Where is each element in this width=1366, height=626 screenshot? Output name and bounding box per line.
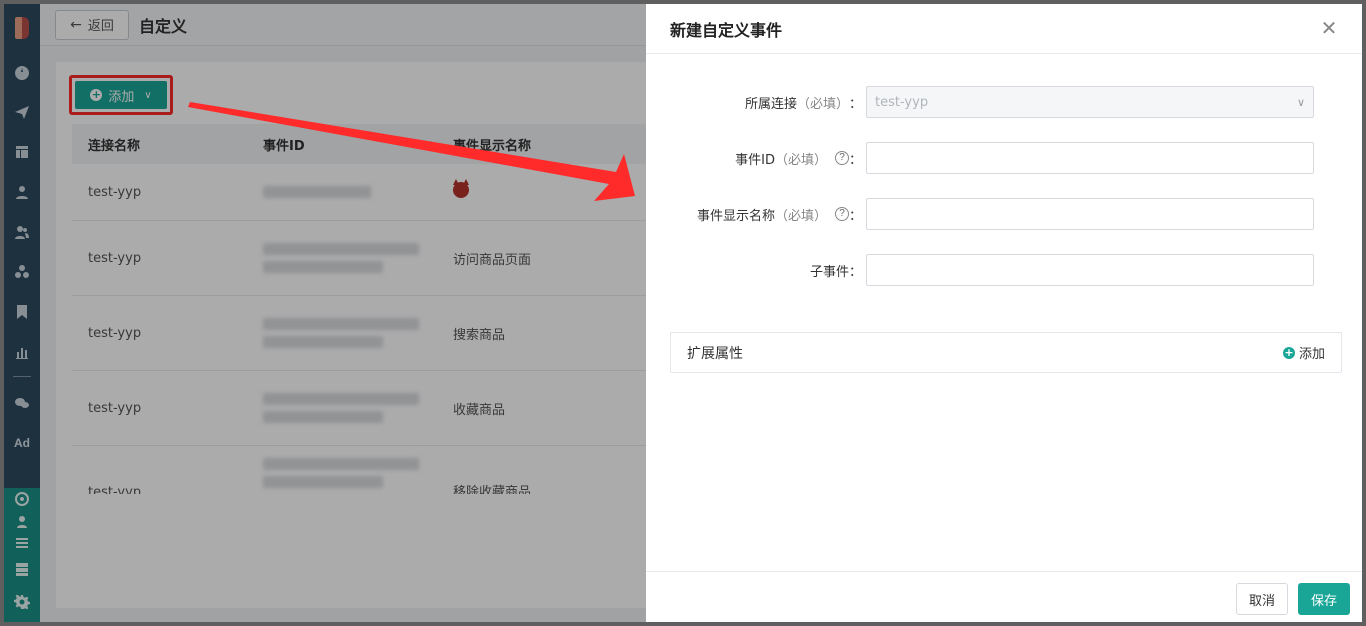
field-label: 子事件： [646, 261, 866, 280]
close-icon[interactable]: ✕ [1318, 17, 1340, 39]
display-name-input[interactable] [866, 198, 1314, 230]
label-colon: ： [848, 152, 862, 168]
drawer-title: 新建自定义事件 [670, 20, 783, 40]
required-hint: （必填） [774, 152, 827, 168]
drawer-header: 新建自定义事件 ✕ [646, 4, 1362, 54]
connection-select[interactable]: test-yyp ∨ [866, 86, 1314, 118]
label-text: 子事件 [809, 264, 849, 280]
form-row-event-id: 事件ID （必填）?： [646, 142, 1362, 174]
label-text: 事件ID [735, 152, 775, 168]
label-text: 所属连接 [744, 96, 797, 112]
help-icon[interactable]: ? [834, 207, 849, 221]
field-label: 事件显示名称 （必填）?： [646, 205, 866, 224]
modal-overlay[interactable] [4, 4, 646, 622]
help-icon[interactable]: ? [834, 151, 849, 165]
ext-title: 扩展属性 [687, 345, 743, 362]
required-hint: （必填） [796, 96, 849, 112]
label-colon: ： [848, 96, 862, 112]
cancel-button[interactable]: 取消 [1236, 583, 1288, 615]
field-label: 事件ID （必填）?： [646, 149, 866, 168]
ext-add-label: 添加 [1298, 347, 1325, 362]
plus-circle-icon: + [1282, 345, 1295, 359]
label-colon: ： [848, 264, 862, 280]
form-row-sub-event: 子事件： [646, 254, 1362, 286]
form-row-connection: 所属连接 （必填）： test-yyp ∨ [646, 86, 1362, 118]
label-colon: ： [848, 208, 862, 224]
event-id-input[interactable] [866, 142, 1314, 174]
save-button[interactable]: 保存 [1298, 583, 1350, 615]
field-label: 所属连接 （必填）： [646, 93, 866, 112]
ext-add-button[interactable]: + 添加 [1282, 343, 1325, 362]
label-text: 事件显示名称 [696, 208, 775, 224]
required-hint: （必填） [774, 208, 827, 224]
app-window: Ad ← 返回 自定义 + 添加 ∨ 连接名称 事件ID 事件显示名称 test… [0, 0, 1366, 626]
select-value: test-yyp [875, 94, 929, 110]
drawer-footer: 取消 保存 [646, 571, 1362, 622]
form-row-display-name: 事件显示名称 （必填）?： [646, 198, 1362, 230]
extended-attributes-panel: 扩展属性 + 添加 [670, 332, 1342, 373]
sub-event-input[interactable] [866, 254, 1314, 286]
chevron-down-icon: ∨ [1296, 95, 1305, 109]
new-event-drawer: 新建自定义事件 ✕ 所属连接 （必填）： test-yyp ∨ 事件ID （必填）?… [646, 4, 1362, 622]
